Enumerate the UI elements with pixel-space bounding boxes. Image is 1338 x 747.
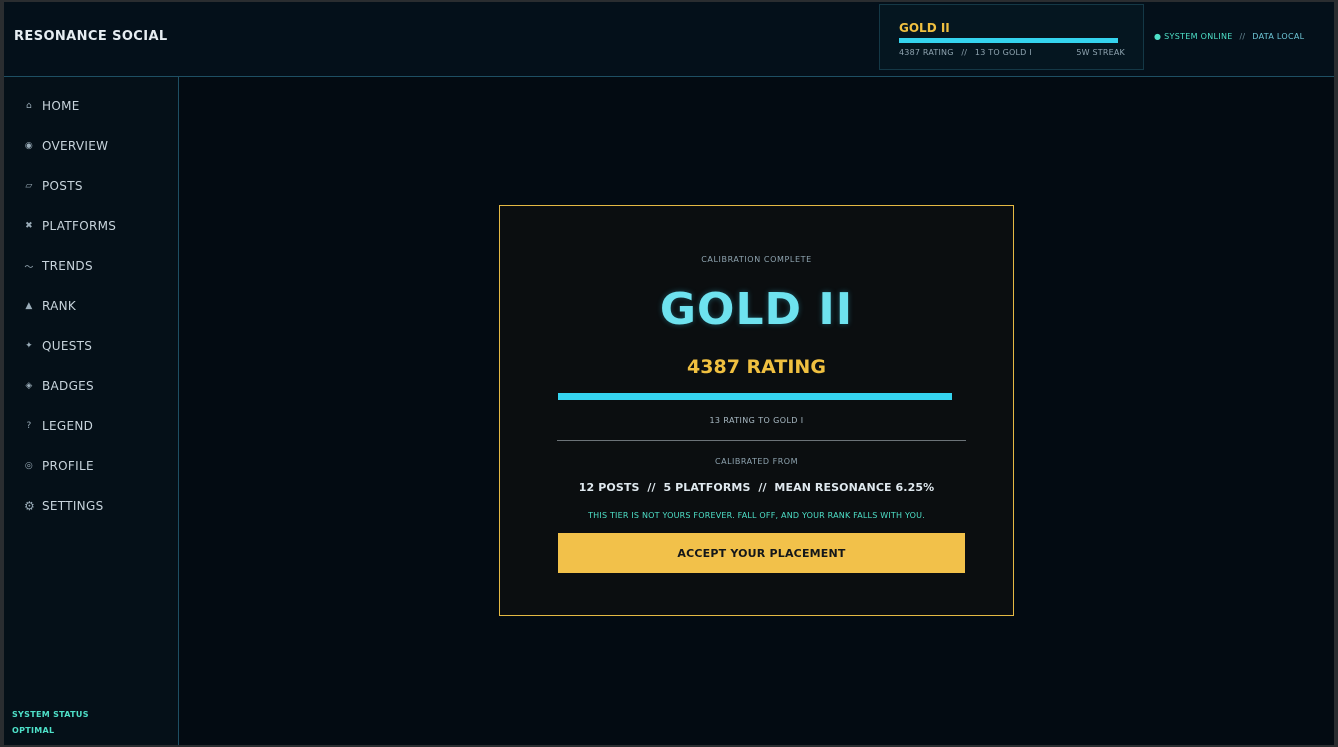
quests-icon: ✦	[25, 341, 33, 351]
system-status-label: SYSTEM STATUS	[12, 710, 89, 719]
modal-calibrated-from: CALIBRATED FROM	[715, 457, 798, 466]
sidebar-item-label: QUESTS	[42, 339, 93, 353]
modal-to-next: 13 RATING TO GOLD I	[709, 416, 804, 425]
accept-placement-button[interactable]: ACCEPT YOUR PLACEMENT	[558, 533, 965, 573]
sidebar-nav: ⌂ HOME ◉ OVERVIEW ▱ POSTS ✖ PLATFORMS 〜 …	[4, 77, 179, 745]
system-status-footer: SYSTEM STATUS OPTIMAL	[12, 707, 89, 739]
sidebar-item-label: OVERVIEW	[42, 139, 109, 153]
rank-tier-label: GOLD II	[899, 21, 950, 35]
sidebar-item-trends[interactable]: 〜 TRENDS	[24, 256, 93, 276]
modal-progress-fill	[558, 393, 952, 400]
rank-meta: 4387 RATING // 13 TO GOLD I	[899, 48, 1032, 57]
sidebar-item-badges[interactable]: ◈ BADGES	[24, 376, 94, 396]
sidebar-item-label: TRENDS	[42, 259, 93, 273]
rank-summary-widget[interactable]: GOLD II 4387 RATING // 13 TO GOLD I 5W S…	[879, 4, 1144, 70]
gear-icon: ⚙	[24, 499, 36, 513]
sidebar-item-label: PROFILE	[42, 459, 94, 473]
system-online-text: ● SYSTEM ONLINE	[1154, 32, 1233, 41]
rank-progress-bar	[899, 38, 1118, 43]
sidebar-item-rank[interactable]: ▲ RANK	[24, 296, 76, 316]
rank-progress-fill	[899, 38, 1118, 43]
sidebar-item-posts[interactable]: ▱ POSTS	[24, 176, 83, 196]
modal-progress-bar	[558, 393, 952, 400]
modal-eyebrow: CALIBRATION COMPLETE	[701, 255, 812, 264]
modal-tier-title: GOLD II	[659, 284, 854, 335]
sidebar-item-label: HOME	[42, 99, 80, 113]
modal-stats: 12 POSTS // 5 PLATFORMS // MEAN RESONANC…	[578, 481, 935, 494]
sidebar-item-legend[interactable]: ? LEGEND	[24, 416, 93, 436]
rank-streak-text: 5W STREAK	[1076, 48, 1125, 57]
modal-divider	[557, 440, 966, 441]
rank-meta-separator: //	[961, 48, 968, 57]
sidebar-item-quests[interactable]: ✦ QUESTS	[24, 336, 92, 356]
home-icon: ⌂	[25, 101, 32, 111]
calibration-modal: CALIBRATION COMPLETE GOLD II 4387 RATING…	[499, 205, 1014, 616]
sidebar-item-home[interactable]: ⌂ HOME	[24, 96, 80, 116]
modal-warning: THIS TIER IS NOT YOURS FOREVER. FALL OFF…	[588, 511, 925, 520]
system-status-value: OPTIMAL	[12, 726, 55, 735]
sidebar-item-label: BADGES	[42, 379, 94, 393]
sidebar-item-platforms[interactable]: ✖ PLATFORMS	[24, 216, 116, 236]
sidebar-item-label: RANK	[42, 299, 77, 313]
rank-to-next-text: 13 TO GOLD I	[974, 48, 1032, 57]
sidebar-item-overview[interactable]: ◉ OVERVIEW	[24, 136, 108, 156]
sidebar-item-profile[interactable]: ◎ PROFILE	[24, 456, 94, 476]
system-status-indicator: ● SYSTEM ONLINE // DATA LOCAL	[1154, 32, 1304, 41]
overview-icon: ◉	[24, 141, 34, 151]
legend-icon: ?	[26, 421, 32, 431]
posts-icon: ▱	[25, 181, 33, 191]
sidebar-item-label: PLATFORMS	[42, 219, 117, 233]
sidebar-item-label: LEGEND	[42, 419, 94, 433]
profile-icon: ◎	[24, 461, 34, 471]
system-separator: //	[1239, 32, 1246, 41]
sidebar-item-label: SETTINGS	[42, 499, 104, 513]
trends-icon: 〜	[24, 262, 34, 273]
rank-icon: ▲	[25, 301, 33, 311]
sidebar-item-label: POSTS	[42, 179, 83, 193]
badges-icon: ◈	[25, 381, 33, 391]
app-window: RESONANCE SOCIAL GOLD II 4387 RATING // …	[4, 2, 1334, 745]
brand-title: RESONANCE SOCIAL	[14, 29, 168, 44]
modal-rating: 4387 RATING	[687, 356, 826, 378]
platforms-icon: ✖	[25, 221, 33, 231]
sidebar-item-settings[interactable]: ⚙ SETTINGS	[24, 496, 103, 516]
rank-rating-text: 4387 RATING	[899, 48, 954, 57]
data-local-text: DATA LOCAL	[1252, 32, 1305, 41]
top-header: RESONANCE SOCIAL GOLD II 4387 RATING // …	[4, 2, 1334, 77]
